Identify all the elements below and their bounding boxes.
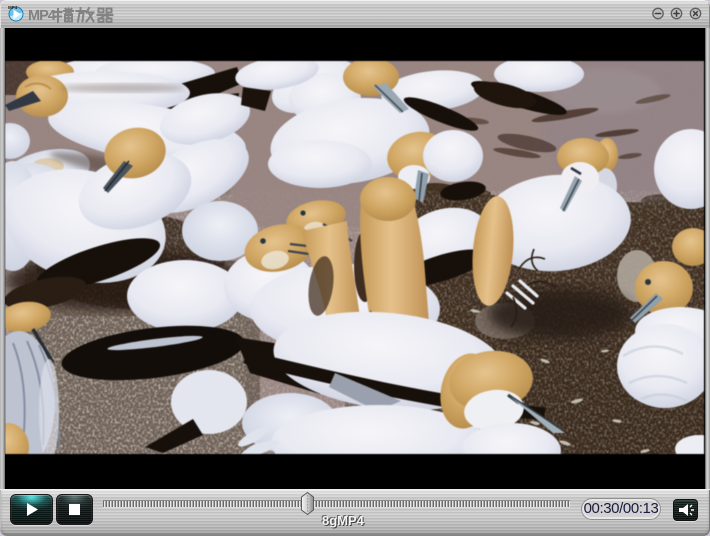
svg-text:MP4: MP4 [8, 5, 18, 10]
svg-text:MP4: MP4 [28, 8, 56, 24]
